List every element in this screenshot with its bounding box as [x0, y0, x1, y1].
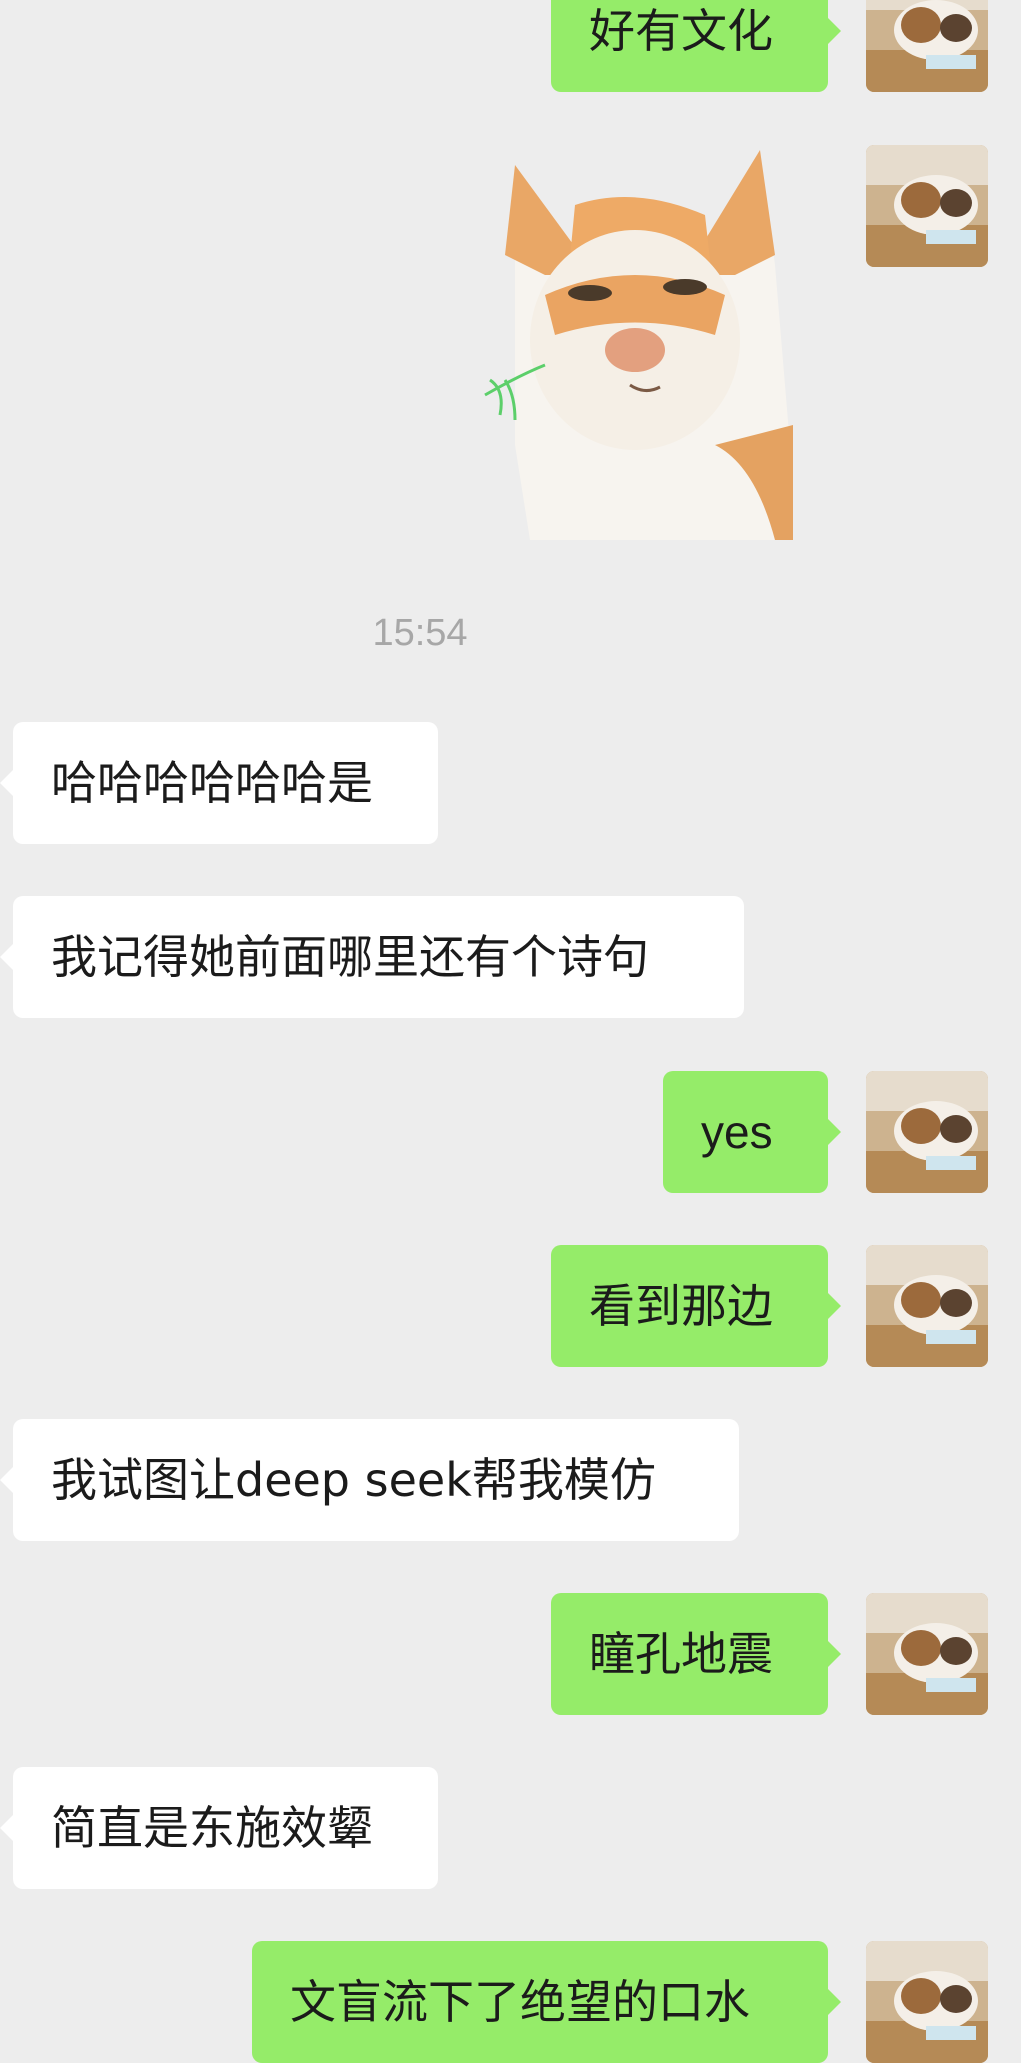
outgoing-message-bubble[interactable]: 看到那边 [551, 1245, 841, 1367]
cat-avatar-icon[interactable] [866, 1071, 988, 1193]
outgoing-message-bubble[interactable]: 瞳孔地震 [551, 1593, 841, 1715]
cat-avatar-icon[interactable] [866, 1245, 988, 1367]
cat-avatar-icon[interactable] [866, 145, 988, 267]
cat-avatar-icon[interactable] [866, 1941, 988, 2063]
incoming-message-bubble[interactable]: 哈哈哈哈哈哈是 [0, 722, 438, 844]
outgoing-message-bubble[interactable]: yes [663, 1071, 841, 1193]
incoming-message-bubble[interactable]: 我记得她前面哪里还有个诗句 [0, 896, 744, 1018]
message-timestamp: 15:54 [372, 612, 468, 654]
cat-meme-sticker-icon[interactable] [475, 145, 793, 540]
incoming-message-bubble[interactable]: 我试图让deep seek帮我模仿 [0, 1419, 739, 1541]
incoming-message-bubble[interactable]: 简直是东施效颦 [0, 1767, 438, 1889]
chat-area: 好有文化 15:54 哈哈哈哈哈哈是 我记得她前面哪里还有个诗句 yes 看到那… [0, 0, 1021, 2063]
cat-avatar-icon[interactable] [866, 1593, 988, 1715]
cat-avatar-icon[interactable] [866, 0, 988, 92]
outgoing-message-bubble[interactable]: 好有文化 [551, 0, 841, 92]
outgoing-message-bubble[interactable]: 文盲流下了绝望的口水 [252, 1941, 841, 2063]
